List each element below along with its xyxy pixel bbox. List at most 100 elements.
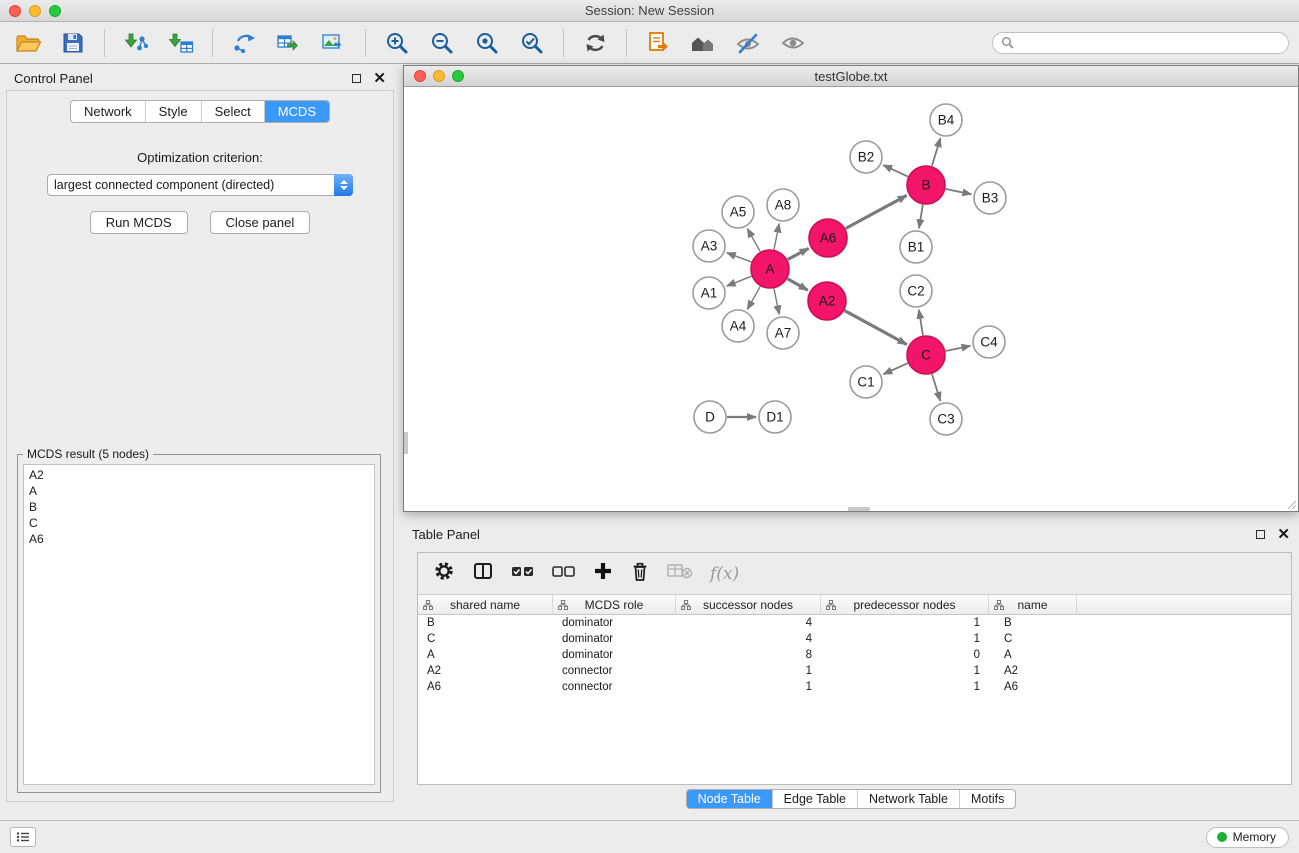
network-node-B[interactable]: B (907, 166, 945, 204)
table-cell[interactable]: 1 (676, 663, 821, 679)
float-table-panel-icon[interactable] (1256, 530, 1265, 539)
zoom-selected-icon[interactable] (514, 26, 550, 60)
function-builder-icon[interactable]: f(x) (710, 564, 739, 584)
open-file-icon[interactable] (10, 26, 46, 60)
deselect-all-rows-icon[interactable] (552, 563, 576, 584)
network-edge-A-A6[interactable] (788, 248, 809, 259)
zoom-fit-icon[interactable] (469, 26, 505, 60)
table-cell[interactable]: 1 (676, 679, 821, 695)
table-cell[interactable]: 8 (676, 647, 821, 663)
network-node-A5[interactable]: A5 (722, 196, 754, 228)
table-row[interactable]: A2connector11A2 (418, 663, 1291, 679)
tab-node-table[interactable]: Node Table (687, 790, 772, 808)
network-edge-B-B2[interactable] (883, 165, 908, 177)
zoom-network-window-icon[interactable] (452, 70, 464, 82)
table-cell[interactable]: A2 (989, 663, 1077, 679)
network-edge-A-A4[interactable] (747, 286, 760, 309)
network-edge-C-C4[interactable] (946, 346, 971, 351)
network-edge-B-B3[interactable] (946, 189, 972, 194)
graphics-details-icon[interactable] (730, 26, 766, 60)
minimize-network-window-icon[interactable] (433, 70, 445, 82)
import-network-icon[interactable] (118, 26, 154, 60)
network-node-A6[interactable]: A6 (809, 219, 847, 257)
tab-edge-table[interactable]: Edge Table (772, 790, 857, 808)
network-node-A3[interactable]: A3 (693, 230, 725, 262)
table-cell[interactable]: 1 (821, 631, 989, 647)
first-neighbors-icon[interactable] (640, 26, 676, 60)
network-edge-A-A2[interactable] (787, 279, 807, 290)
export-image-icon[interactable] (316, 26, 352, 60)
home-icon[interactable] (685, 26, 721, 60)
table-cell[interactable]: A6 (418, 679, 553, 695)
network-edge-A6-B[interactable] (846, 195, 907, 228)
column-header-predecessor-nodes[interactable]: predecessor nodes (821, 595, 989, 614)
network-edge-B-B4[interactable] (932, 138, 941, 166)
apply-layout-icon[interactable] (577, 26, 613, 60)
tab-network[interactable]: Network (71, 101, 145, 122)
network-edge-C-C3[interactable] (932, 374, 940, 401)
zoom-window-icon[interactable] (49, 5, 61, 17)
vertical-scrollbar[interactable] (404, 432, 408, 454)
table-cell[interactable]: connector (553, 663, 676, 679)
search-box[interactable] (992, 32, 1289, 54)
table-cell[interactable]: A (418, 647, 553, 663)
network-node-C2[interactable]: C2 (900, 275, 932, 307)
network-node-B4[interactable]: B4 (930, 104, 962, 136)
zoom-in-icon[interactable] (379, 26, 415, 60)
network-edge-C-C1[interactable] (883, 363, 907, 374)
show-columns-icon[interactable] (472, 560, 494, 587)
table-cell[interactable]: A2 (418, 663, 553, 679)
tab-select[interactable]: Select (201, 101, 264, 122)
eye-icon[interactable] (775, 26, 811, 60)
network-edge-A-A3[interactable] (727, 253, 752, 262)
mcds-result-item[interactable]: A6 (29, 531, 369, 547)
table-row[interactable]: A6connector11A6 (418, 679, 1291, 695)
network-node-C[interactable]: C (907, 336, 945, 374)
network-window-titlebar[interactable]: testGlobe.txt (404, 66, 1298, 87)
delete-column-icon[interactable] (630, 560, 650, 587)
minimize-window-icon[interactable] (29, 5, 41, 17)
criterion-dropdown[interactable]: largest connected component (directed) (47, 174, 353, 196)
network-node-A2[interactable]: A2 (808, 282, 846, 320)
table-cell[interactable]: dominator (553, 631, 676, 647)
table-cell[interactable]: B (989, 615, 1077, 631)
table-cell[interactable]: A6 (989, 679, 1077, 695)
tab-style[interactable]: Style (145, 101, 201, 122)
network-node-B2[interactable]: B2 (850, 141, 882, 173)
table-cell[interactable]: dominator (553, 647, 676, 663)
select-all-rows-icon[interactable] (511, 563, 535, 584)
table-cell[interactable]: dominator (553, 615, 676, 631)
table-cell[interactable]: 4 (676, 631, 821, 647)
network-edge-A-A8[interactable] (774, 224, 779, 250)
close-panel-icon[interactable]: ✕ (373, 71, 386, 86)
mcds-result-list[interactable]: A2ABCA6 (23, 464, 375, 785)
delete-table-icon[interactable] (667, 562, 693, 585)
table-cell[interactable]: 1 (821, 615, 989, 631)
float-panel-icon[interactable] (352, 74, 361, 83)
resize-grip-icon[interactable] (1285, 498, 1297, 510)
network-node-A8[interactable]: A8 (767, 189, 799, 221)
table-cell[interactable]: 0 (821, 647, 989, 663)
network-node-A[interactable]: A (751, 250, 789, 288)
zoom-out-icon[interactable] (424, 26, 460, 60)
table-settings-gear-icon[interactable] (433, 560, 455, 587)
network-edge-A2-C[interactable] (845, 311, 907, 345)
mcds-result-item[interactable]: A (29, 483, 369, 499)
table-cell[interactable]: C (418, 631, 553, 647)
tab-motifs[interactable]: Motifs (959, 790, 1015, 808)
network-node-A1[interactable]: A1 (693, 277, 725, 309)
column-header-name[interactable]: name (989, 595, 1077, 614)
close-panel-button[interactable]: Close panel (210, 211, 311, 234)
export-table-icon[interactable] (271, 26, 307, 60)
network-node-C3[interactable]: C3 (930, 403, 962, 435)
table-cell[interactable]: 4 (676, 615, 821, 631)
network-node-B3[interactable]: B3 (974, 182, 1006, 214)
close-window-icon[interactable] (9, 5, 21, 17)
search-input[interactable] (1019, 36, 1280, 50)
network-node-A4[interactable]: A4 (722, 310, 754, 342)
network-node-C1[interactable]: C1 (850, 366, 882, 398)
network-edge-B-B1[interactable] (919, 205, 923, 228)
network-canvas[interactable]: B4B2BB3B1A5A8A6A3AA1C2A4A7A2C4CC1C3DD1 (404, 87, 1298, 511)
table-row[interactable]: Cdominator41C (418, 631, 1291, 647)
network-edge-C-C2[interactable] (919, 310, 923, 335)
